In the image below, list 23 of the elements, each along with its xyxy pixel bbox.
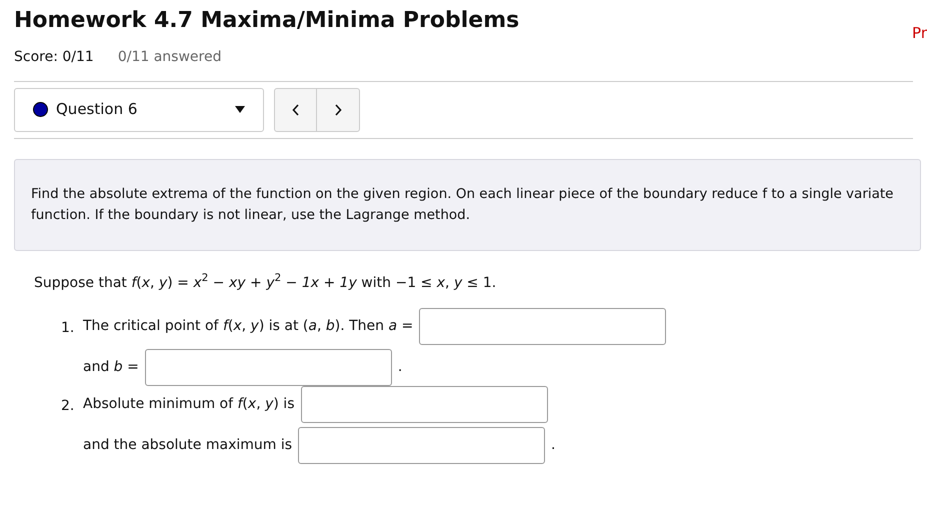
instructions-text: Find the absolute extrema of the function on the given region. On each linear piece of the boundary reduce f to a single variate function. If the boundary is not linear, use the Lagrange method.: [31, 184, 894, 224]
question-text: The critical point of f(x, y) is at (a, b). Then a =: [83, 316, 414, 336]
answer-field[interactable]: [144, 348, 392, 386]
corner-link[interactable]: Pr: [912, 22, 927, 44]
question-label: Question 6: [56, 99, 138, 120]
answered-count: 0/11 answered: [118, 48, 222, 66]
chevron-right-icon: [334, 104, 342, 116]
part-number: 1.: [61, 318, 76, 338]
question-text: .: [551, 436, 556, 454]
dropdown-caret-icon: [235, 106, 245, 113]
page-title: Homework 4.7 Maxima/Minima Problems: [14, 7, 520, 35]
answer-field[interactable]: [300, 386, 548, 422]
part-number: 2.: [61, 396, 76, 416]
answer-field[interactable]: [298, 426, 546, 464]
chevron-left-icon: [292, 104, 300, 116]
question-text: and b =: [83, 358, 139, 376]
question-text: and the absolute maximum is: [83, 436, 292, 454]
question-text: .: [398, 358, 402, 376]
question-text: Absolute minimum of f(x, y) is: [83, 394, 294, 414]
score-text: Score: 0/11: [14, 48, 94, 66]
problem-statement: Suppose that f(x, y) = x$^{2}$ − xy + y$^{2}$ − 1x + 1y with −1 ≤ x, y ≤ 1.: [34, 272, 498, 292]
answer-field[interactable]: [419, 308, 666, 344]
question-select[interactable]: Question 6: [14, 88, 264, 132]
